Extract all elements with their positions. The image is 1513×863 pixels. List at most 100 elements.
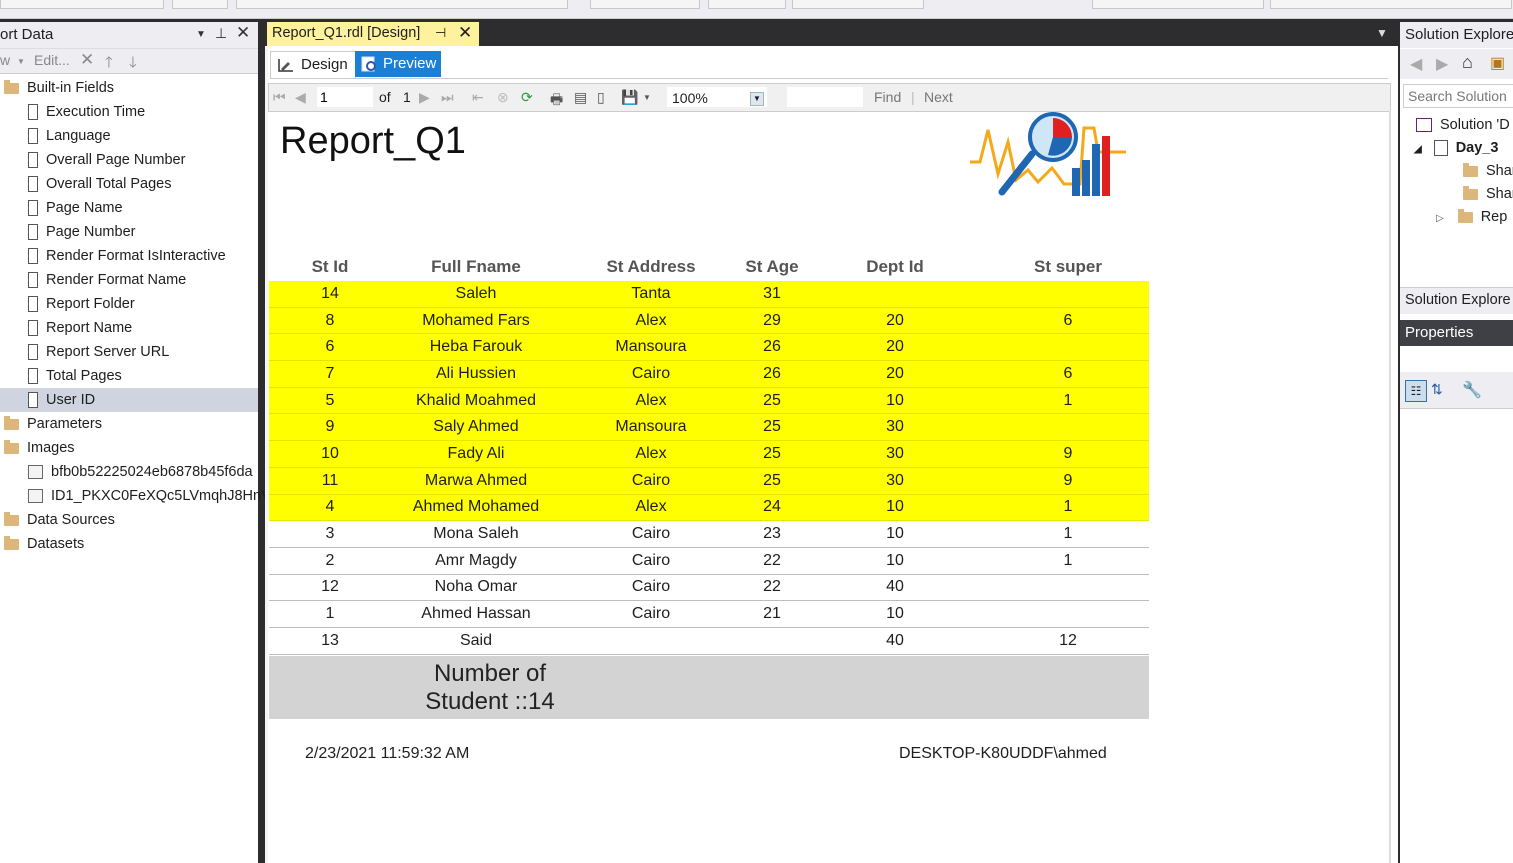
solution-explorer-footer-tab[interactable]: Solution Explore <box>1400 287 1513 314</box>
refresh-icon[interactable]: ⟳ <box>521 89 533 106</box>
close-icon[interactable]: ✕ <box>236 23 250 43</box>
solution-explorer-toolbar: ◀ ▶ ⌂ ▣ <box>1400 49 1513 79</box>
alphabetical-icon[interactable]: ⇅ <box>1431 381 1443 398</box>
tree-item[interactable]: Page Name <box>0 196 258 220</box>
tree-item[interactable]: Built-in Fields <box>0 76 258 100</box>
tab-overflow-icon[interactable]: ▼ <box>1376 26 1388 40</box>
table-cell: 26 <box>741 333 803 362</box>
find-input[interactable] <box>787 87 863 107</box>
folder-node-shared-1[interactable]: Shar <box>1463 162 1513 179</box>
table-row: 5 Khalid Moahmed Alex 25 10 1 <box>269 387 1149 415</box>
zoom-select[interactable]: 100% ▼ <box>667 87 767 107</box>
export-icon[interactable]: 💾 <box>621 89 638 106</box>
home-icon[interactable]: ⌂ <box>1462 52 1473 73</box>
delete-icon[interactable]: ✕ <box>80 50 94 70</box>
dropdown-icon[interactable]: ▼ <box>196 29 206 40</box>
tree-item[interactable]: Overall Total Pages <box>0 172 258 196</box>
table-cell: 8 <box>269 307 391 335</box>
tree-item[interactable]: Total Pages <box>0 364 258 388</box>
tree-item[interactable]: Render Format Name <box>0 268 258 292</box>
expanded-icon[interactable]: ◢ <box>1414 144 1422 155</box>
table-row: 9 Saly Ahmed Mansoura 25 30 <box>269 413 1149 442</box>
project-node-day3[interactable]: ◢ Day_3 <box>1414 140 1499 157</box>
preview-icon <box>361 56 376 72</box>
tree-item[interactable]: Report Name <box>0 316 258 340</box>
move-up-icon[interactable]: 🡑 <box>105 52 113 77</box>
find-button[interactable]: Find <box>874 89 901 105</box>
tree-item[interactable]: Overall Page Number <box>0 148 258 172</box>
sync-icon[interactable]: ▣ <box>1490 53 1505 73</box>
print-icon[interactable]: 🖶 <box>550 89 563 113</box>
tree-item[interactable]: Language <box>0 124 258 148</box>
folder-icon <box>4 535 19 550</box>
page-number-input[interactable] <box>317 87 373 107</box>
first-page-icon[interactable]: ⏮ <box>273 89 286 106</box>
tree-item[interactable]: ID1_PKXC0FeXQc5LVmqhJ8HnV <box>0 484 271 508</box>
folder-node-reports[interactable]: ▷ Rep <box>1436 208 1507 225</box>
previous-page-icon[interactable]: ◀ <box>295 89 306 106</box>
chevron-down-icon[interactable]: ▼ <box>750 92 764 106</box>
folder-icon <box>4 439 19 454</box>
back-icon[interactable]: ⇤ <box>472 89 484 106</box>
table-row: 12 Noha Omar Cairo 22 40 <box>269 574 1149 602</box>
back-icon[interactable]: ◀ <box>1410 54 1422 74</box>
close-tab-icon[interactable]: ✕ <box>458 23 472 43</box>
next-page-icon[interactable]: ▶ <box>419 89 430 106</box>
new-button[interactable]: w <box>0 52 10 68</box>
collapsed-icon[interactable]: ▷ <box>1436 213 1444 224</box>
categorized-icon[interactable]: ☷ <box>1405 380 1427 402</box>
of-label: of <box>379 89 391 105</box>
table-cell: Ahmed Hassan <box>391 600 561 628</box>
table-cell: Mona Saleh <box>391 520 561 548</box>
tree-item[interactable]: Report Server URL <box>0 340 258 364</box>
table-cell: Mansoura <box>561 413 741 442</box>
field-icon <box>28 200 38 217</box>
pin-icon[interactable]: ⊥ <box>215 25 227 42</box>
tab-preview[interactable]: Preview <box>355 51 441 77</box>
pin-icon[interactable]: ⊣ <box>435 25 446 41</box>
table-cell: 11 <box>269 467 391 495</box>
page-setup-icon[interactable]: ▯ <box>597 89 605 106</box>
property-pages-icon[interactable]: 🔧 <box>1462 380 1482 400</box>
table-cell <box>987 413 1149 442</box>
table-cell: 3 <box>269 520 391 548</box>
tree-item-label: Total Pages <box>46 368 122 384</box>
solution-search-placeholder: Search Solution <box>1408 88 1507 104</box>
tree-item[interactable]: Data Sources <box>0 508 258 532</box>
tree-item-label: User ID <box>46 392 96 408</box>
tree-item[interactable]: Parameters <box>0 412 258 436</box>
table-cell: Cairo <box>561 574 741 602</box>
find-next-button[interactable]: Next <box>924 89 953 105</box>
tree-item[interactable]: Execution Time <box>0 100 258 124</box>
table-cell <box>987 574 1149 602</box>
solution-node[interactable]: Solution 'D <box>1416 117 1510 133</box>
print-layout-icon[interactable]: ▤ <box>574 89 587 106</box>
vertical-scrollbar[interactable] <box>1389 110 1391 863</box>
tree-item[interactable]: Report Folder <box>0 292 258 316</box>
table-row: 14 Saleh Tanta 31 <box>269 281 1149 308</box>
last-page-icon[interactable]: ⏭ <box>441 89 454 106</box>
tree-item[interactable]: Datasets <box>0 532 258 556</box>
table-row: 4 Ahmed Mohamed Alex 24 10 1 <box>269 494 1149 522</box>
image-icon <box>28 465 43 480</box>
export-dropdown-icon[interactable]: ▼ <box>643 93 651 102</box>
tree-item[interactable]: Render Format IsInteractive <box>0 244 258 268</box>
table-cell: Ali Hussien <box>391 360 561 388</box>
column-header: St Age <box>745 257 799 276</box>
table-cell: 25 <box>741 467 803 495</box>
folder-node-shared-2[interactable]: Shar <box>1463 185 1513 202</box>
tree-item[interactable]: User ID <box>0 388 258 412</box>
document-tab-report-q1[interactable]: Report_Q1.rdl [Design] ⊣ ✕ <box>267 22 479 46</box>
tree-item[interactable]: Images <box>0 436 258 460</box>
edit-button[interactable]: Edit... <box>34 52 70 68</box>
stop-icon[interactable]: ⊗ <box>497 89 509 106</box>
tab-design[interactable]: Design <box>270 51 356 78</box>
forward-icon[interactable]: ▶ <box>1436 54 1448 74</box>
move-down-icon[interactable]: 🡓 <box>129 52 137 77</box>
solution-search-input[interactable]: Search Solution <box>1403 84 1513 108</box>
tree-item[interactable]: Page Number <box>0 220 258 244</box>
tree-item[interactable]: bfb0b52225024eb6878b45f6da <box>0 460 258 484</box>
new-dropdown-icon[interactable]: ▼ <box>17 57 25 66</box>
table-cell: Fady Ali <box>391 440 561 468</box>
document-tab-label: Report_Q1.rdl [Design] <box>272 25 421 41</box>
